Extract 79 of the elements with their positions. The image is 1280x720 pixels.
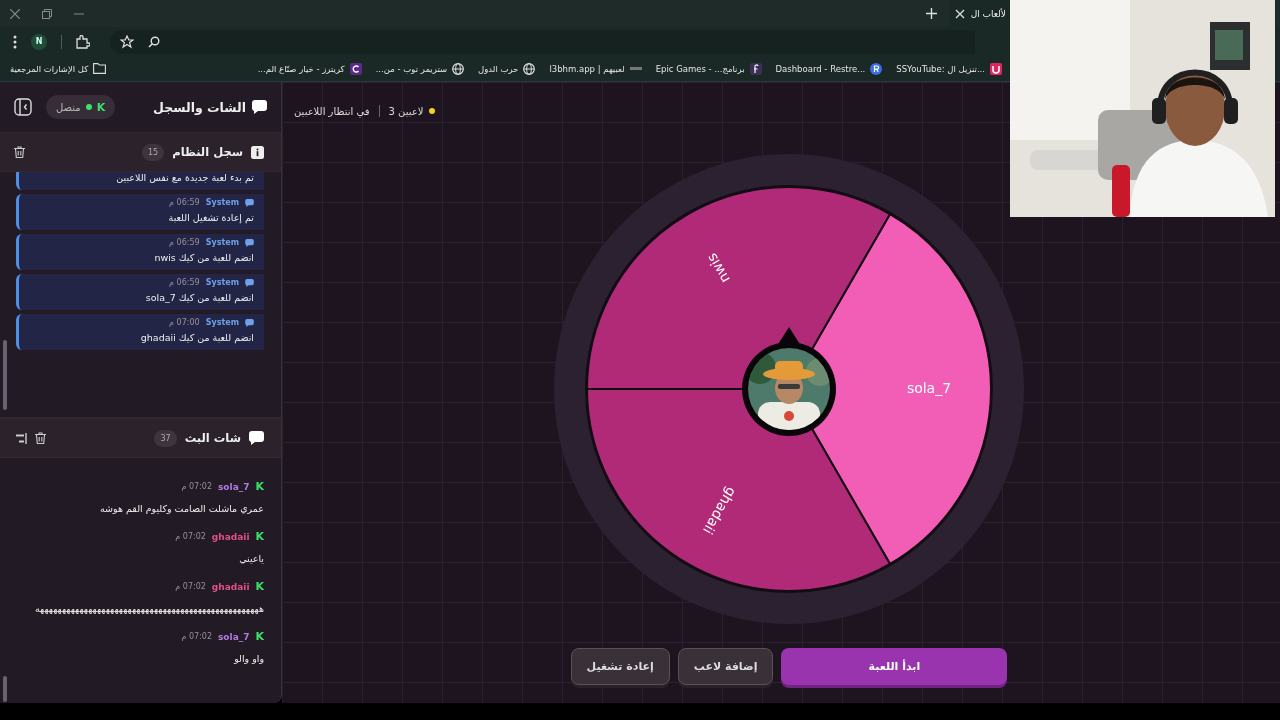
trash-icon[interactable] <box>35 432 46 444</box>
bookmark[interactable]: ستريمر توب - من... <box>375 62 465 75</box>
info-icon <box>251 145 264 159</box>
platform-logo-text: K <box>96 100 106 114</box>
chat-icon <box>245 278 254 287</box>
chat-icon <box>249 431 264 445</box>
message-text: تم بدء لعبة جديدة مع نفس اللاعبين <box>116 172 254 183</box>
message-time: 06:59 م <box>169 278 200 287</box>
message-time: 06:59 م <box>169 198 200 207</box>
count-badge: 37 <box>154 429 177 447</box>
author-name: ghadaii <box>211 581 250 592</box>
bookmark-icon <box>990 62 1002 75</box>
extensions-icon[interactable] <box>76 34 90 49</box>
globe-icon <box>523 62 536 75</box>
author-name: System <box>205 278 239 287</box>
author-name: sola_7 <box>218 631 250 642</box>
player-count: 3 لاعبين <box>388 105 424 117</box>
message-time: 06:59 م <box>169 238 200 247</box>
platform-logo-text: K <box>255 580 264 593</box>
status-dot <box>429 108 436 114</box>
new-tab-icon[interactable] <box>925 8 937 19</box>
profile-avatar[interactable]: N <box>31 33 47 50</box>
player-name: sola_7 <box>906 380 952 396</box>
align-icon[interactable] <box>14 432 27 444</box>
section-title: سجل النظام <box>172 145 243 159</box>
action-button[interactable]: إعادة تشغيل <box>570 648 670 685</box>
scrollbar-thumb[interactable] <box>3 676 7 702</box>
chat-icon <box>245 198 254 207</box>
message-time: 07:02 م <box>181 632 212 641</box>
status-dot <box>85 104 92 110</box>
message-text: ياعيني <box>239 552 264 566</box>
message-text: تم إعادة تشغيل اللعبة <box>168 212 254 223</box>
author-name: sola_7 <box>218 481 250 492</box>
bookmark-icon <box>870 62 883 75</box>
message-time: 07:02 م <box>181 482 212 491</box>
message-text: هههههههههههههههههههههههههههههههههههههههههههههههههههه <box>34 602 264 616</box>
message-text: ghadaii انضم للعبة من كيك <box>140 332 254 343</box>
platform-logo-text: K <box>255 480 264 493</box>
restore-icon[interactable] <box>42 8 52 19</box>
start-game-button[interactable]: ابدأ اللعبة <box>781 648 1008 685</box>
bookmark[interactable]: l3bhm.app | لعبيهم <box>549 63 642 74</box>
platform-logo-text: K <box>255 630 264 643</box>
bookmark[interactable]: برنامج... - Epic Games <box>655 62 762 75</box>
menu-icon[interactable] <box>13 34 17 49</box>
bookmark-icon <box>349 62 362 75</box>
message-time: 07:02 م <box>175 582 206 591</box>
folder-icon <box>93 63 107 74</box>
collapse-panel-icon[interactable] <box>14 98 32 116</box>
all-bookmarks[interactable]: كل الإشارات المرجعية <box>0 63 107 74</box>
bookmark[interactable]: Dashboard - Restre... <box>775 62 883 75</box>
bookmark[interactable]: SSYouTube: تنزيل ال... <box>896 62 1002 75</box>
star-icon[interactable] <box>120 34 134 49</box>
chat-icon <box>245 318 254 327</box>
message-text: واو والو <box>234 652 264 666</box>
message-text: nwis انضم للعبة من كيك <box>154 252 254 263</box>
action-button[interactable]: إضافة لاعب <box>677 648 774 685</box>
chat-icon <box>252 100 267 114</box>
section-title: شات البث <box>184 431 241 445</box>
message-text: عمري ماشلت الصامت وكليوم القم هوشه <box>100 502 264 516</box>
platform-logo-text: K <box>255 530 264 543</box>
count-badge: 15 <box>142 143 165 161</box>
bookmark[interactable]: حرب الدول <box>478 62 536 75</box>
bookmark-icon <box>629 67 642 70</box>
bookmark[interactable]: كريترز - خيار صنّاع الم... <box>257 62 362 75</box>
globe-icon <box>452 62 465 75</box>
message-time: 07:00 م <box>169 318 200 327</box>
panel-title: الشات والسجل <box>153 99 246 115</box>
message-time: 07:02 م <box>175 532 206 541</box>
game-status: في انتظار اللاعبين <box>294 105 370 117</box>
scrollbar-thumb[interactable] <box>3 340 7 410</box>
trash-icon[interactable] <box>14 146 25 158</box>
bookmark-icon <box>749 62 762 75</box>
search-icon[interactable] <box>148 35 160 48</box>
message-text: sola_7 انضم للعبة من كيك <box>145 292 254 303</box>
author-name: System <box>205 198 239 207</box>
author-name: ghadaii <box>211 531 250 542</box>
chat-icon <box>245 238 254 247</box>
author-name: System <box>205 318 239 327</box>
author-name: System <box>205 238 239 247</box>
